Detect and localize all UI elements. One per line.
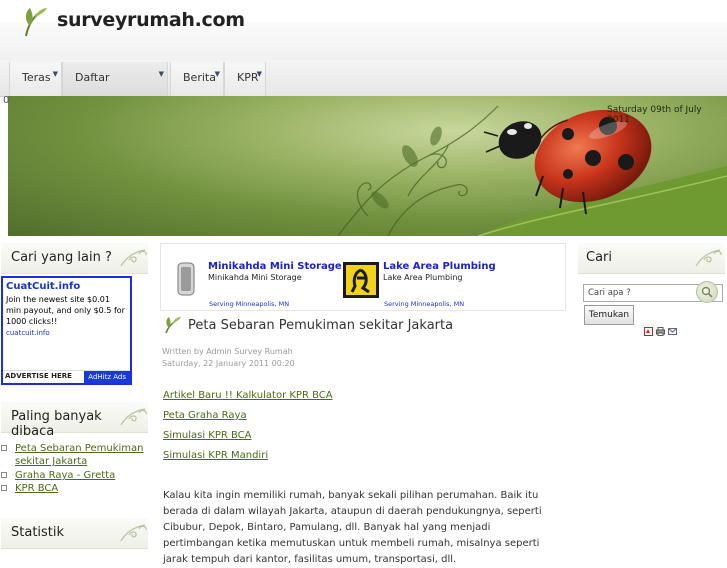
center-ad-block: Minikahda Mini Storage Minikahda Mini St… (160, 243, 566, 311)
ad-url[interactable]: cuatcuit.info (6, 329, 50, 337)
nav-item-daftar-perumahan[interactable]: Daftar Perumahan ▼ (62, 62, 168, 116)
nav-dropdown-icon: ▼ (52, 70, 58, 78)
nav-dropdown-icon: ▼ (158, 70, 164, 78)
sponsored-ad[interactable]: CuatCuit.info Join the newest site $0.01… (1, 276, 132, 385)
nav-label: Teras (22, 71, 51, 84)
swirl-icon (120, 408, 147, 426)
popular-header: Paling banyak dibaca (1, 402, 148, 439)
popular-link[interactable]: Peta Sebaran Pemukiman sekitar Jakarta (15, 442, 145, 468)
popular-link[interactable]: KPR BCA (15, 482, 58, 495)
current-date: Saturday 09th of July 2011 (607, 105, 702, 125)
ad-serving-area: Serving Minneapolis, MN (209, 300, 290, 308)
ad-subtitle: Minikahda Mini Storage (208, 273, 302, 282)
article-link[interactable]: Artikel Baru !! Kalkulator KPR BCA (163, 390, 333, 401)
nav-label: Berita (183, 71, 216, 84)
swirl-icon (120, 249, 147, 267)
search-other-header: Cari yang lain ? (1, 243, 148, 274)
ad-title[interactable]: Minikahda Mini Storage (208, 261, 342, 272)
article-author: Written by Admin Survey Rumah (162, 347, 293, 356)
search-submit-button[interactable]: Temukan (584, 305, 634, 325)
plumbing-icon (343, 262, 379, 298)
leaf-icon (165, 317, 181, 334)
article-date: Saturday, 22 January 2011 00:20 (162, 359, 295, 368)
nav-label: KPR (237, 71, 259, 84)
email-icon[interactable] (668, 327, 677, 336)
article-title[interactable]: Peta Sebaran Pemukiman sekitar Jakarta (188, 318, 453, 333)
stats-header: Statistik (1, 518, 148, 549)
site-title[interactable]: surveyrumah.com (57, 9, 245, 31)
ad-network-label[interactable]: AdHitz Ads (84, 371, 130, 383)
article-link[interactable]: Simulasi KPR Mandiri (163, 450, 268, 461)
banner-counter: 0 (3, 95, 10, 106)
popular-list: Peta Sebaran Pemukiman sekitar Jakarta G… (1, 442, 149, 498)
advertise-here-link[interactable]: ADVERTISE HERE (5, 372, 72, 380)
ad-serving-area: Serving Minneapolis, MN (384, 300, 465, 308)
ad-title[interactable]: CuatCuit.info (6, 281, 80, 292)
leaf-logo-icon (25, 8, 47, 37)
article-body: Kalau kita ingin memiliki rumah, banyak … (163, 490, 542, 565)
nav-item-berita[interactable]: Berita ▼ (170, 62, 224, 96)
nav-item-teras[interactable]: Teras ▼ (9, 62, 62, 96)
print-icon[interactable] (656, 327, 665, 336)
nav-dropdown-icon: ▼ (214, 70, 220, 78)
bullet-icon (1, 485, 7, 491)
search-header: Cari (578, 243, 725, 274)
search-go-button[interactable] (696, 281, 718, 303)
popular-link[interactable]: Graha Raya - Gretta (15, 469, 115, 482)
search-title: Cari (586, 250, 612, 265)
ad-body: Join the newest site $0.01 min payout, a… (6, 295, 125, 326)
search-other-title: Cari yang lain ? (11, 250, 112, 265)
search-icon (701, 286, 713, 298)
pdf-icon[interactable] (644, 327, 653, 336)
nav-item-kpr[interactable]: KPR ▼ (224, 62, 266, 96)
list-item[interactable]: Graha Raya - Gretta (1, 469, 149, 483)
ad-subtitle: Lake Area Plumbing (383, 273, 463, 282)
list-item[interactable]: KPR BCA (1, 482, 149, 496)
swirl-icon (120, 524, 147, 542)
list-item[interactable]: Peta Sebaran Pemukiman sekitar Jakarta (1, 442, 149, 470)
article-link[interactable]: Simulasi KPR BCA (163, 430, 252, 441)
storage-icon (177, 262, 195, 296)
bullet-icon (1, 445, 7, 451)
site-header: surveyrumah.com (0, 0, 727, 61)
article-link[interactable]: Peta Graha Raya (163, 410, 247, 421)
stats-title: Statistik (11, 525, 65, 540)
ad-footer: ADVERTISE HERE AdHitz Ads (3, 370, 130, 383)
swirl-icon (695, 249, 722, 267)
ad-title[interactable]: Lake Area Plumbing (383, 261, 496, 272)
bullet-icon (1, 472, 7, 478)
nav-dropdown-icon: ▼ (256, 70, 262, 78)
